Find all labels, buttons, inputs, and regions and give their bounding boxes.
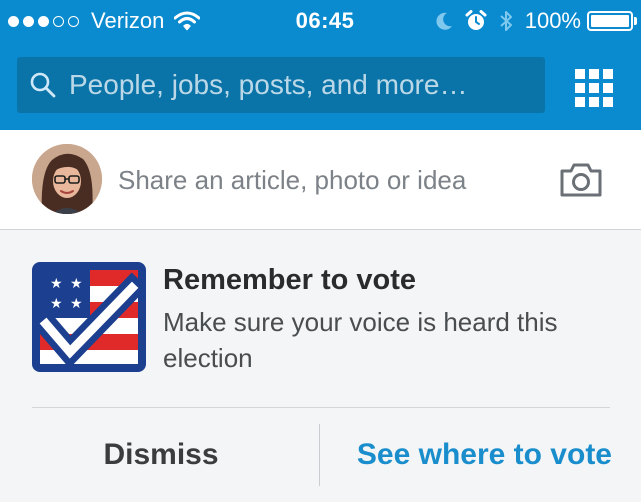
status-bar-left: Verizon — [8, 7, 201, 35]
vote-card-title: Remember to vote — [163, 264, 417, 296]
vote-card-message: Make sure your voice is heard this elect… — [163, 307, 558, 373]
battery-percent: 100% — [524, 8, 581, 33]
vote-reminder-card: ★ ★ ★ ★ Remember to vote Make sure your … — [0, 230, 641, 502]
wifi-icon — [174, 11, 201, 31]
signal-dot — [68, 15, 79, 27]
share-bar: Share an article, photo or idea — [0, 130, 641, 230]
battery-icon — [587, 11, 637, 31]
search-icon — [29, 71, 57, 99]
signal-dot — [23, 15, 34, 27]
action-separator — [319, 424, 320, 486]
dismiss-button[interactable]: Dismiss — [32, 425, 290, 485]
signal-dot — [38, 15, 49, 27]
battery-level — [591, 15, 629, 27]
see-where-to-vote-button[interactable]: See where to vote — [340, 425, 612, 485]
svg-text:★: ★ — [50, 296, 63, 312]
carrier-name: Verizon — [91, 8, 165, 33]
share-prompt[interactable]: Share an article, photo or idea — [118, 164, 466, 196]
status-bar-right: 100% — [435, 7, 637, 35]
search-input[interactable] — [69, 65, 545, 105]
avatar[interactable] — [32, 144, 102, 214]
svg-text:★: ★ — [50, 276, 63, 292]
bluetooth-icon — [499, 9, 513, 33]
apps-grid-icon[interactable] — [572, 66, 613, 107]
signal-dot — [8, 15, 19, 27]
svg-text:★: ★ — [70, 276, 83, 292]
signal-strength-icon — [8, 15, 83, 27]
app-header — [0, 44, 641, 130]
camera-icon[interactable] — [558, 160, 604, 200]
moon-icon — [435, 11, 453, 31]
status-bar: Verizon 06:45 100% — [0, 0, 641, 44]
alarm-icon — [465, 10, 487, 32]
signal-dot — [53, 15, 64, 27]
search-bar[interactable] — [17, 57, 545, 113]
card-divider — [32, 407, 610, 408]
svg-text:★: ★ — [70, 296, 83, 312]
vote-flag-checkmark-icon: ★ ★ ★ ★ — [30, 262, 148, 372]
status-time: 06:45 — [295, 8, 355, 33]
